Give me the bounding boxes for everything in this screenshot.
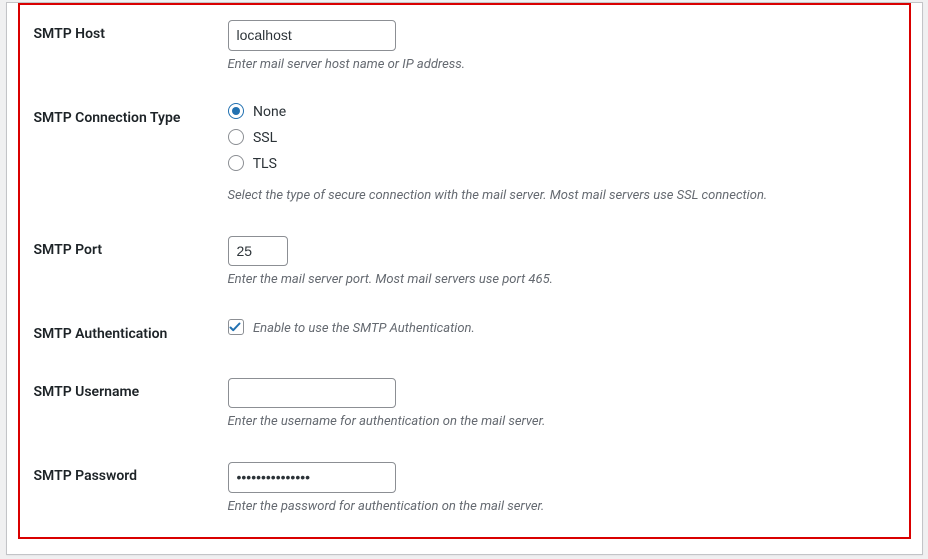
radio-ssl[interactable] <box>228 129 244 145</box>
radio-tls[interactable] <box>228 155 244 171</box>
settings-panel: SMTP Host Enter mail server host name or… <box>6 2 923 555</box>
smtp-port-description: Enter the mail server port. Most mail se… <box>228 270 899 290</box>
smtp-host-input[interactable] <box>228 20 396 51</box>
row-smtp-password: SMTP Password Enter the password for aut… <box>20 447 909 531</box>
row-smtp-connection-type: SMTP Connection Type None SSL <box>20 89 909 221</box>
row-smtp-port: SMTP Port Enter the mail server port. Mo… <box>20 221 909 305</box>
radio-label-ssl[interactable]: SSL <box>228 130 899 146</box>
row-smtp-host: SMTP Host Enter mail server host name or… <box>20 5 909 89</box>
radio-ssl-text: SSL <box>253 130 277 146</box>
smtp-connection-type-fieldset: None SSL TLS <box>228 104 899 182</box>
label-smtp-auth: SMTP Authentication <box>20 305 228 363</box>
smtp-password-input[interactable] <box>228 462 396 493</box>
radio-none[interactable] <box>228 103 244 119</box>
smtp-auth-checkbox-label: Enable to use the SMTP Authentication. <box>253 321 475 336</box>
smtp-host-description: Enter mail server host name or IP addres… <box>228 55 899 75</box>
radio-label-tls[interactable]: TLS <box>228 156 899 172</box>
label-smtp-connection-type: SMTP Connection Type <box>20 89 228 221</box>
smtp-settings-table: SMTP Host Enter mail server host name or… <box>20 5 909 531</box>
radio-none-text: None <box>253 104 286 120</box>
smtp-port-input[interactable] <box>228 236 288 267</box>
smtp-password-description: Enter the password for authentication on… <box>228 497 899 517</box>
label-smtp-username: SMTP Username <box>20 363 228 447</box>
row-smtp-auth: SMTP Authentication Enable to use the SM… <box>20 305 909 363</box>
smtp-connection-type-description: Select the type of secure connection wit… <box>228 186 899 206</box>
highlight-frame: SMTP Host Enter mail server host name or… <box>18 3 911 539</box>
smtp-username-input[interactable] <box>228 378 396 409</box>
radio-tls-text: TLS <box>253 156 277 172</box>
label-smtp-port: SMTP Port <box>20 221 228 305</box>
row-smtp-username: SMTP Username Enter the username for aut… <box>20 363 909 447</box>
smtp-auth-checkbox[interactable] <box>228 319 244 335</box>
label-smtp-password: SMTP Password <box>20 447 228 531</box>
label-smtp-host: SMTP Host <box>20 5 228 89</box>
radio-label-none[interactable]: None <box>228 104 899 120</box>
smtp-auth-label[interactable]: Enable to use the SMTP Authentication. <box>228 320 475 336</box>
smtp-username-description: Enter the username for authentication on… <box>228 412 899 432</box>
